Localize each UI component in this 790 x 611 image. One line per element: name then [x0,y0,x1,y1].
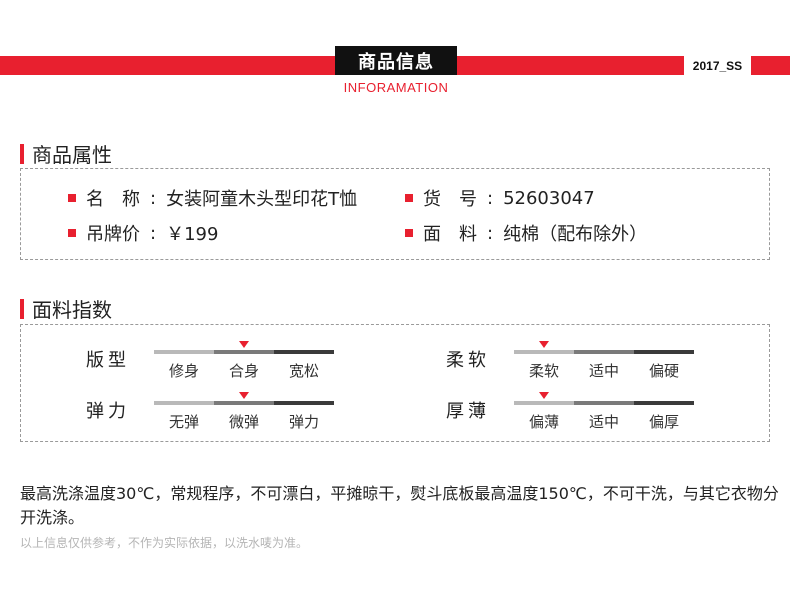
indicator-thickness: 厚薄 偏薄 适中 偏厚 [446,392,706,433]
attr-colon: : [150,222,157,244]
bullet-square [68,229,76,237]
scale-segment [574,350,634,354]
indicator-scale: 偏薄 适中 偏厚 [514,392,694,431]
indicator-name: 厚薄 [446,401,490,422]
bullet-square [405,194,413,202]
indicator-option: 宽松 [288,362,319,380]
scale-segment [634,401,694,405]
attr-label: 面 料 [423,224,477,245]
scale-segment [514,350,574,354]
indicator-softness: 柔软 柔软 适中 偏硬 [446,341,706,382]
season-badge: 2017_SS [684,56,751,75]
selected-marker-icon [539,341,549,348]
scale-segment [634,350,694,354]
scale-segment [214,401,274,405]
attr-label: 名 称 [86,189,140,210]
attr-value: 52603047 [503,187,595,209]
indicator-scale: 柔软 适中 偏硬 [514,341,694,380]
attr-fabric: 面 料 : 纯棉（配布除外） [405,220,647,246]
attributes-heading: 商品属性 [20,139,112,168]
indicator-fit: 版型 修身 合身 宽松 [86,341,346,382]
attr-value: 纯棉（配布除外） [503,224,648,245]
indicator-option: 适中 [588,413,619,431]
care-instructions: 最高洗涤温度30℃，常规程序，不可漂白，平摊晾干，熨斗底板最高温度150℃，不可… [20,484,779,527]
bullet-square [68,194,76,202]
attr-label: 吊牌价 [86,224,140,245]
scale-segment [574,401,634,405]
indicator-name: 柔软 [446,350,490,371]
indicator-option: 合身 [228,362,259,380]
indicator-option: 偏厚 [648,413,679,431]
indicator-elasticity: 弹力 无弹 微弹 弹力 [86,392,346,433]
attr-value: ￥199 [166,224,219,245]
attr-name: 名 称 : 女装阿童木头型印花T恤 [68,185,357,211]
attr-colon: : [487,222,494,244]
scale-segment [214,350,274,354]
attr-label: 货 号 [423,189,477,210]
indicator-option: 偏硬 [648,362,679,380]
fabric-heading: 面料指数 [20,294,112,323]
indicator-option: 微弹 [228,413,259,431]
selected-marker-icon [239,392,249,399]
indicator-scale: 无弹 微弹 弹力 [154,392,334,431]
scale-segment [274,401,334,405]
indicator-name: 弹力 [86,401,130,422]
attributes-heading-text: 商品属性 [32,143,112,167]
indicator-scale: 修身 合身 宽松 [154,341,334,380]
attributes-box [20,168,770,260]
attr-colon: : [487,187,494,209]
indicator-name: 版型 [86,350,130,371]
scale-segment [514,401,574,405]
indicator-option: 修身 [168,362,199,380]
scale-segment [154,350,214,354]
banner-subtitle: INFORAMATION [343,80,449,95]
fabric-heading-text: 面料指数 [32,298,112,322]
selected-marker-icon [539,392,549,399]
attr-value: 女装阿童木头型印花T恤 [166,189,358,210]
indicator-option: 弹力 [288,413,319,431]
indicator-option: 柔软 [528,362,559,380]
indicator-option: 偏薄 [528,413,559,431]
scale-segment [154,401,214,405]
indicator-option: 无弹 [168,413,199,431]
attr-price: 吊牌价 : ￥199 [68,220,218,246]
scale-segment [274,350,334,354]
disclaimer: 以上信息仅供参考，不作为实际依据，以洗水唛为准。 [20,536,309,550]
heading-marker [20,298,24,319]
attr-item-number: 货 号 : 52603047 [405,185,595,211]
bullet-square [405,229,413,237]
heading-marker [20,143,24,164]
indicator-option: 适中 [588,362,619,380]
selected-marker-icon [239,341,249,348]
attr-colon: : [150,187,157,209]
banner-title: 商品信息 [335,46,457,75]
